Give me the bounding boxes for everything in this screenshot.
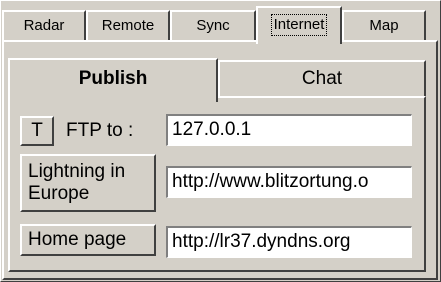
- tab-label: Map: [369, 17, 399, 34]
- subtab-chat[interactable]: Chat: [218, 60, 426, 96]
- tab-internet[interactable]: Internet: [256, 6, 342, 44]
- ftp-label: FTP to :: [66, 120, 134, 141]
- tab-label: Remote: [101, 17, 155, 34]
- tab-label: Radar: [23, 17, 65, 34]
- tab-label: Sync: [196, 17, 230, 34]
- subtab-label: Publish: [78, 68, 148, 89]
- tab-sync[interactable]: Sync: [170, 10, 256, 40]
- tab-label: Internet: [270, 14, 328, 36]
- home-page-button[interactable]: Home page: [20, 224, 156, 256]
- t-button[interactable]: T: [20, 116, 54, 146]
- tab-map[interactable]: Map: [342, 10, 426, 40]
- ftp-field[interactable]: 127.0.0.1: [166, 114, 412, 146]
- lightning-in-europe-button[interactable]: Lightning in Europe: [20, 154, 156, 212]
- tab-remote[interactable]: Remote: [86, 10, 170, 40]
- lightning-url-field[interactable]: http://www.blitzortung.o: [166, 166, 412, 198]
- subtab-publish[interactable]: Publish: [8, 58, 218, 102]
- subtab-label: Chat: [301, 68, 343, 89]
- homepage-url-field[interactable]: http://lr37.dyndns.org: [166, 226, 412, 258]
- tab-radar[interactable]: Radar: [2, 10, 86, 40]
